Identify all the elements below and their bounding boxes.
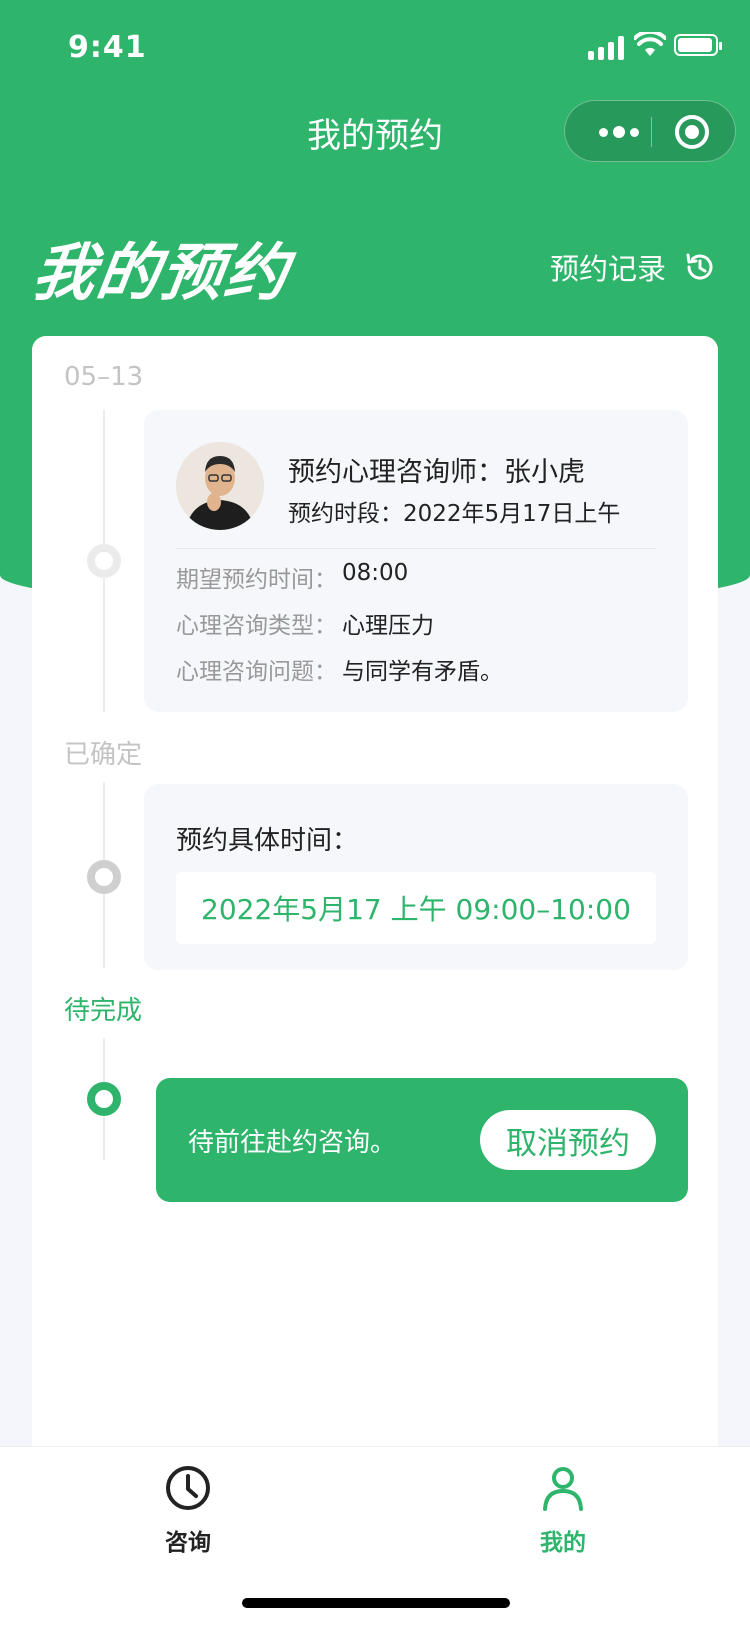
tab-mine[interactable]: 我的 [503, 1463, 623, 1557]
cancel-appointment-button[interactable]: 取消预约 [480, 1110, 656, 1170]
divider [176, 548, 656, 549]
detail-value: 心理压力 [342, 613, 434, 639]
appointment-info-box: 预约心理咨询师：张小虎 预约时段：2022年5月17日上午 期望预约时间： 08… [144, 410, 688, 712]
close-target-icon[interactable] [675, 115, 709, 149]
detail-row: 心理咨询问题： 与同学有矛盾。 [176, 652, 503, 686]
appointment-slot: 预约时段：2022年5月17日上午 [288, 501, 621, 527]
record-label: 预约记录 [550, 252, 667, 286]
person-icon [543, 1467, 583, 1511]
detail-key: 期望预约时间： [176, 567, 337, 593]
pending-action-box: 待前往赴约咨询。 取消预约 [156, 1078, 688, 1202]
timeline-node-active [87, 1082, 121, 1116]
pending-text: 待前往赴约咨询。 [188, 1128, 397, 1158]
battery-icon [674, 34, 722, 56]
status-time: 9:41 [68, 30, 147, 65]
specific-time-label: 预约具体时间： [176, 826, 359, 856]
specific-time-box: 预约具体时间： 2022年5月17 上午 09:00–10:00 [144, 784, 688, 970]
status-bar: 9:41 [0, 0, 750, 90]
timeline-node [87, 544, 121, 578]
history-icon [686, 253, 713, 280]
mini-program-capsule [564, 100, 736, 162]
confirmed-label: 已确定 [64, 740, 143, 770]
detail-key: 心理咨询问题： [176, 659, 337, 685]
capsule-divider [651, 117, 652, 147]
counselor-name: 预约心理咨询师：张小虎 [288, 457, 585, 488]
specific-time-value: 2022年5月17 上午 09:00–10:00 [176, 872, 656, 944]
appointment-card: 05–13 预约心理咨询师：张小虎 预约时段：2022年5月17日上午 期望预约… [32, 336, 718, 1446]
tab-consult[interactable]: 咨询 [128, 1463, 248, 1557]
detail-row: 期望预约时间： 08:00 [176, 560, 408, 594]
avatar [176, 442, 264, 530]
date-label: 05–13 [64, 362, 144, 392]
detail-value: 与同学有矛盾。 [342, 659, 503, 685]
clock-icon [166, 1466, 210, 1510]
signal-icon [588, 36, 624, 60]
wifi-icon [634, 32, 666, 56]
timeline-node [87, 860, 121, 894]
tab-label: 我的 [540, 1530, 586, 1556]
pending-label: 待完成 [64, 996, 143, 1026]
detail-key: 心理咨询类型： [176, 613, 337, 639]
home-indicator [242, 1598, 510, 1608]
tab-label: 咨询 [165, 1530, 211, 1556]
detail-value: 08:00 [342, 560, 409, 586]
detail-row: 心理咨询类型： 心理压力 [176, 606, 434, 640]
appointment-record-link[interactable]: 预约记录 [550, 246, 716, 288]
more-icon[interactable] [591, 101, 647, 163]
page-title: 我的预约 [28, 236, 295, 309]
